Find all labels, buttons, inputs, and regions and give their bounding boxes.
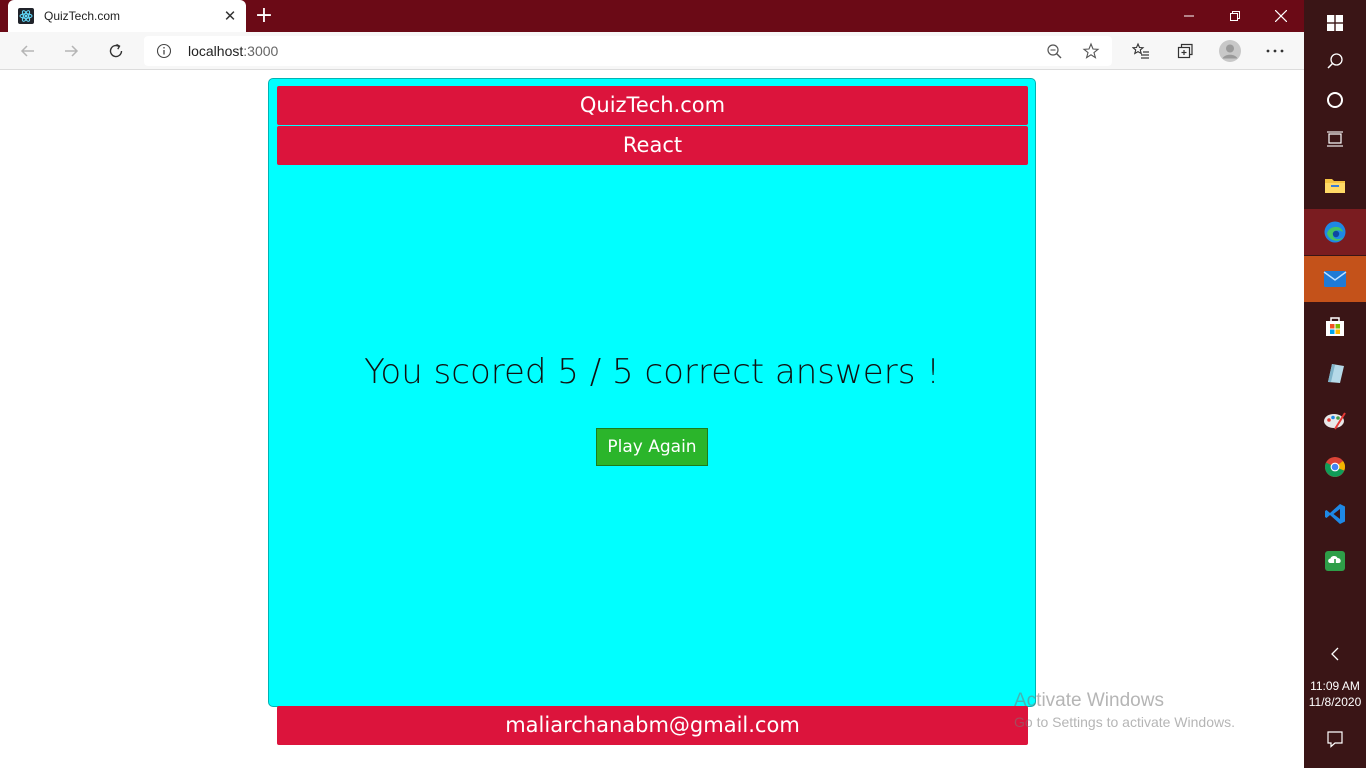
paint-app-icon[interactable] [1304, 397, 1366, 443]
url-port: :3000 [243, 43, 279, 59]
favorite-star-icon[interactable] [1082, 42, 1100, 64]
score-message: You scored 5 / 5 correct answers ! [364, 352, 940, 392]
tab-close-icon[interactable]: ✕ [218, 4, 242, 28]
windows-taskbar: 11:09 AM 11/8/2020 [1304, 0, 1366, 768]
address-bar[interactable]: localhost:3000 [144, 36, 1112, 66]
store-icon[interactable] [1304, 303, 1366, 349]
refresh-icon[interactable] [101, 36, 131, 66]
zoom-icon[interactable] [1046, 43, 1063, 64]
minimize-icon[interactable] [1166, 0, 1212, 32]
collections-icon[interactable] [1170, 36, 1200, 66]
react-favicon-icon [18, 8, 34, 24]
chrome-icon[interactable] [1304, 444, 1366, 490]
file-explorer-icon[interactable] [1304, 162, 1366, 208]
url-text: localhost:3000 [188, 43, 278, 59]
browser-toolbar: localhost:3000 [0, 32, 1304, 70]
forward-icon[interactable] [56, 36, 86, 66]
url-host: localhost [188, 43, 244, 59]
new-tab-icon[interactable]: + [252, 4, 276, 28]
close-window-icon[interactable] [1258, 0, 1304, 32]
quiz-card [268, 78, 1036, 707]
tab-title: QuizTech.com [44, 9, 121, 23]
show-hidden-icons-chevron-icon[interactable] [1304, 631, 1366, 677]
watermark-title: Activate Windows [1014, 690, 1164, 711]
more-menu-icon[interactable] [1260, 36, 1290, 66]
back-icon[interactable] [13, 36, 43, 66]
mail-icon[interactable] [1304, 256, 1366, 302]
clock-date: 11/8/2020 [1308, 695, 1362, 709]
clock-time: 11:09 AM [1310, 679, 1360, 693]
site-title-banner: QuizTech.com [277, 86, 1028, 125]
play-again-button[interactable]: Play Again [596, 428, 708, 466]
taskbar-clock[interactable]: 11:09 AM 11/8/2020 [1304, 678, 1366, 710]
category-banner: React [277, 126, 1028, 165]
notifications-icon[interactable] [1304, 716, 1366, 762]
profile-avatar-icon[interactable] [1215, 36, 1245, 66]
activate-windows-watermark: Activate Windows Go to Settings to activ… [1014, 690, 1235, 730]
browser-tab-strip: QuizTech.com ✕ + [0, 0, 1304, 32]
edge-browser-icon[interactable] [1304, 209, 1366, 255]
browser-tab[interactable]: QuizTech.com ✕ [8, 0, 246, 32]
sticky-notes-app-icon[interactable] [1304, 350, 1366, 396]
footer-email-banner: maliarchanabm@gmail.com [277, 706, 1028, 745]
site-info-icon[interactable] [156, 43, 172, 63]
task-view-icon[interactable] [1304, 116, 1366, 162]
favorites-list-icon[interactable] [1126, 36, 1156, 66]
restore-icon[interactable] [1212, 0, 1258, 32]
vscode-icon[interactable] [1304, 491, 1366, 537]
watermark-subtitle: Go to Settings to activate Windows. [1014, 714, 1235, 730]
download-app-icon[interactable] [1304, 538, 1366, 584]
